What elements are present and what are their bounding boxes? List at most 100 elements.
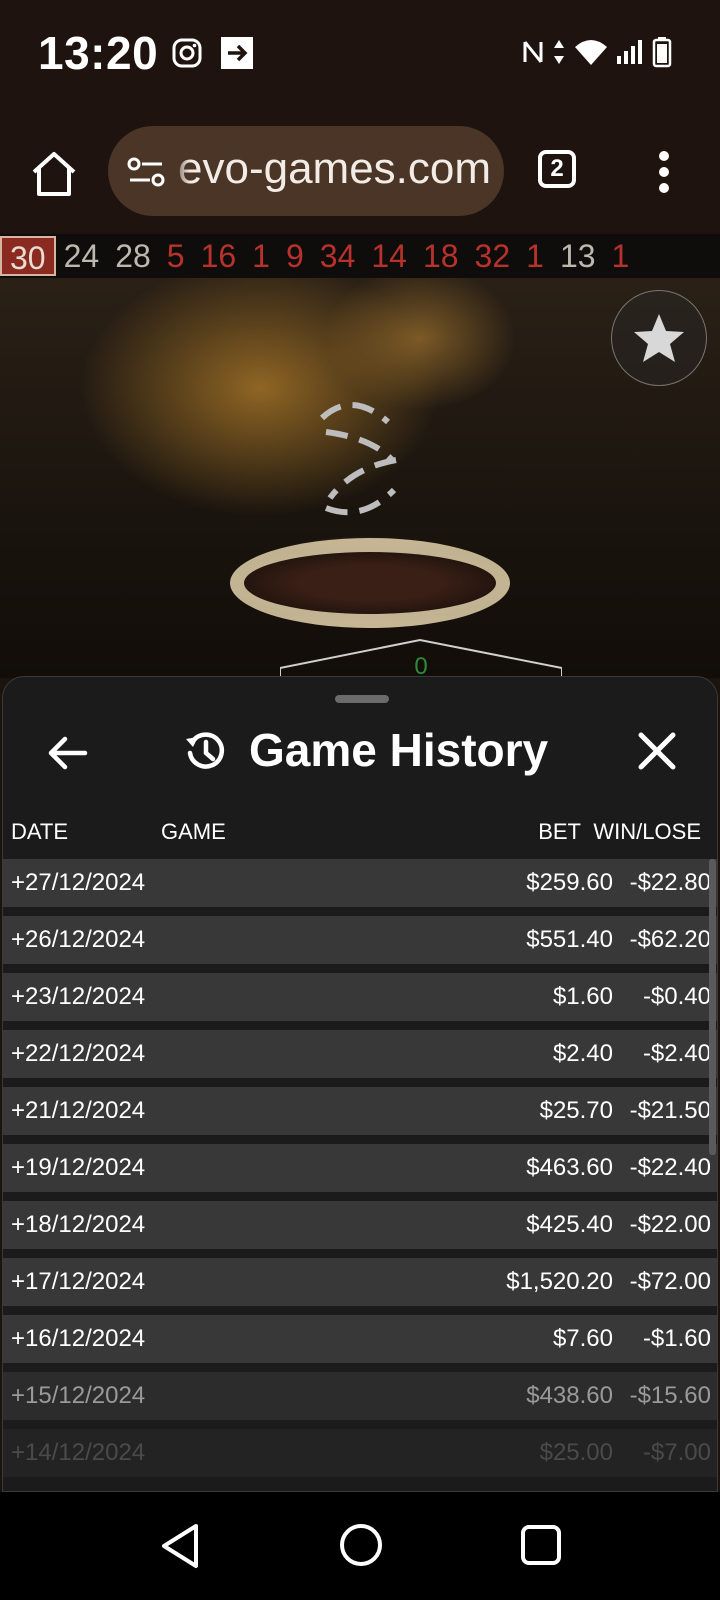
result-number: 16 <box>200 237 237 274</box>
data-transfer-icon <box>554 40 564 64</box>
back-arrow-icon[interactable] <box>45 731 89 775</box>
result-number: 1 <box>611 237 630 274</box>
row-date: +21/12/2024 <box>11 1097 146 1124</box>
roulette-results-strip: 30 24 28 5 16 1 9 34 14 18 32 1 13 1 <box>0 234 720 278</box>
row-win-lose: -$1.60 <box>642 1325 711 1352</box>
row-win-lose: -$21.50 <box>629 1097 711 1124</box>
row-win-lose: -$22.80 <box>629 869 711 896</box>
row-bet: $1,520.20 <box>506 1268 613 1295</box>
row-win-lose: -$22.40 <box>629 1154 711 1181</box>
history-rows: +27/12/2024 $259.60 -$22.80 +26/12/2024 $55… <box>3 859 717 1486</box>
table-row[interactable]: +27/12/2024 $259.60 -$22.80 <box>3 859 717 907</box>
result-number: 28 <box>115 237 151 274</box>
table-row[interactable]: +16/12/2024 $7.60 -$1.60 <box>3 1315 717 1363</box>
live-video-area[interactable]: 0 <box>0 278 720 678</box>
table-row[interactable]: +15/12/2024 $438.60 -$15.60 <box>3 1372 717 1420</box>
col-win-lose[interactable]: WIN/LOSE <box>593 819 701 845</box>
row-date: +18/12/2024 <box>11 1211 146 1238</box>
nav-home-icon[interactable] <box>338 1522 384 1568</box>
result-number: 34 <box>319 237 356 274</box>
col-bet[interactable]: BET <box>538 819 581 845</box>
loading-spinner-icon <box>319 402 397 516</box>
row-date: +19/12/2024 <box>11 1154 146 1181</box>
row-bet: $463.60 <box>526 1154 613 1181</box>
row-win-lose: -$72.00 <box>629 1268 711 1295</box>
row-date: +16/12/2024 <box>11 1325 146 1352</box>
roulette-wheel <box>230 538 510 628</box>
sheet-title: Game History <box>249 724 549 776</box>
drag-handle[interactable] <box>335 695 389 703</box>
result-number: 5 <box>166 237 185 274</box>
row-win-lose: -$22.00 <box>629 1211 711 1238</box>
result-number: 9 <box>285 237 304 274</box>
row-date: +23/12/2024 <box>11 983 146 1010</box>
table-row[interactable]: +26/12/2024 $551.40 -$62.20 <box>3 916 717 964</box>
row-bet: $25.00 <box>539 1439 613 1466</box>
browser-toolbar: evo-games.com 2 <box>0 110 720 232</box>
close-icon[interactable] <box>637 731 677 771</box>
row-bet: $2.40 <box>552 1040 613 1067</box>
row-bet: $25.70 <box>539 1097 613 1124</box>
result-number: 24 <box>63 237 100 274</box>
table-header: DATE GAME BET WIN/LOSE <box>3 813 717 853</box>
row-win-lose: -$7.00 <box>642 1439 711 1466</box>
result-number: 32 <box>474 237 511 274</box>
site-settings-icon[interactable] <box>126 156 166 188</box>
row-bet: $425.40 <box>526 1211 613 1238</box>
status-bar: 13:20 <box>0 0 720 110</box>
row-date: +26/12/2024 <box>11 926 146 953</box>
row-date: +17/12/2024 <box>11 1268 146 1295</box>
row-date: +27/12/2024 <box>11 869 146 896</box>
home-icon[interactable] <box>28 148 80 200</box>
tab-switcher-button[interactable]: 2 <box>538 150 576 188</box>
more-vert-icon[interactable] <box>654 148 674 196</box>
scrollbar[interactable] <box>709 859 716 1155</box>
nav-recents-icon[interactable] <box>520 1524 562 1566</box>
row-date: +14/12/2024 <box>11 1439 146 1466</box>
row-bet: $259.60 <box>526 869 613 896</box>
row-bet: $7.60 <box>552 1325 613 1352</box>
col-date[interactable]: DATE <box>11 819 68 845</box>
row-bet: $438.60 <box>526 1382 613 1409</box>
row-win-lose: -$0.40 <box>642 983 711 1010</box>
status-icons <box>522 36 672 68</box>
result-number: 18 <box>422 237 459 274</box>
instagram-icon <box>172 38 202 68</box>
address-bar[interactable]: evo-games.com <box>108 126 504 216</box>
favorite-button[interactable] <box>611 290 707 386</box>
col-game[interactable]: GAME <box>161 819 226 845</box>
result-number: 1 <box>526 237 544 274</box>
row-bet: $551.40 <box>526 926 613 953</box>
row-date: +15/12/2024 <box>11 1382 146 1409</box>
row-win-lose: -$62.20 <box>629 926 711 953</box>
history-icon <box>186 732 225 769</box>
tab-count: 2 <box>550 155 564 182</box>
signal-icon <box>617 40 642 64</box>
wifi-icon <box>575 40 607 65</box>
table-row[interactable]: +14/12/2024 $25.00 -$7.00 <box>3 1429 717 1477</box>
login-arrow-icon <box>221 37 253 69</box>
star-icon <box>634 314 684 362</box>
url-fade <box>170 126 190 216</box>
table-row[interactable]: +23/12/2024 $1.60 -$0.40 <box>3 973 717 1021</box>
nav-back-icon[interactable] <box>158 1522 202 1570</box>
system-nav-bar <box>0 1492 720 1600</box>
zero-pocket-marker: 0 <box>280 638 562 678</box>
result-latest: 30 <box>0 236 56 276</box>
row-win-lose: -$2.40 <box>642 1040 711 1067</box>
row-date: +22/12/2024 <box>11 1040 146 1067</box>
zero-label: 0 <box>414 653 427 678</box>
row-bet: $1.60 <box>552 983 613 1010</box>
url-text[interactable]: evo-games.com <box>178 144 491 194</box>
battery-icon <box>652 37 672 68</box>
nfc-icon <box>523 41 543 63</box>
row-win-lose: -$15.60 <box>629 1382 711 1409</box>
result-number: 13 <box>559 237 596 274</box>
table-row[interactable]: +18/12/2024 $425.40 -$22.00 <box>3 1201 717 1249</box>
table-row[interactable]: +22/12/2024 $2.40 -$2.40 <box>3 1030 717 1078</box>
table-row[interactable]: +19/12/2024 $463.60 -$22.40 <box>3 1144 717 1192</box>
table-row[interactable]: +21/12/2024 $25.70 -$21.50 <box>3 1087 717 1135</box>
table-row[interactable]: +17/12/2024 $1,520.20 -$72.00 <box>3 1258 717 1306</box>
game-history-sheet: Game History DATE GAME BET WIN/LOSE +27/… <box>2 676 718 1492</box>
status-time: 13:20 <box>38 27 159 79</box>
